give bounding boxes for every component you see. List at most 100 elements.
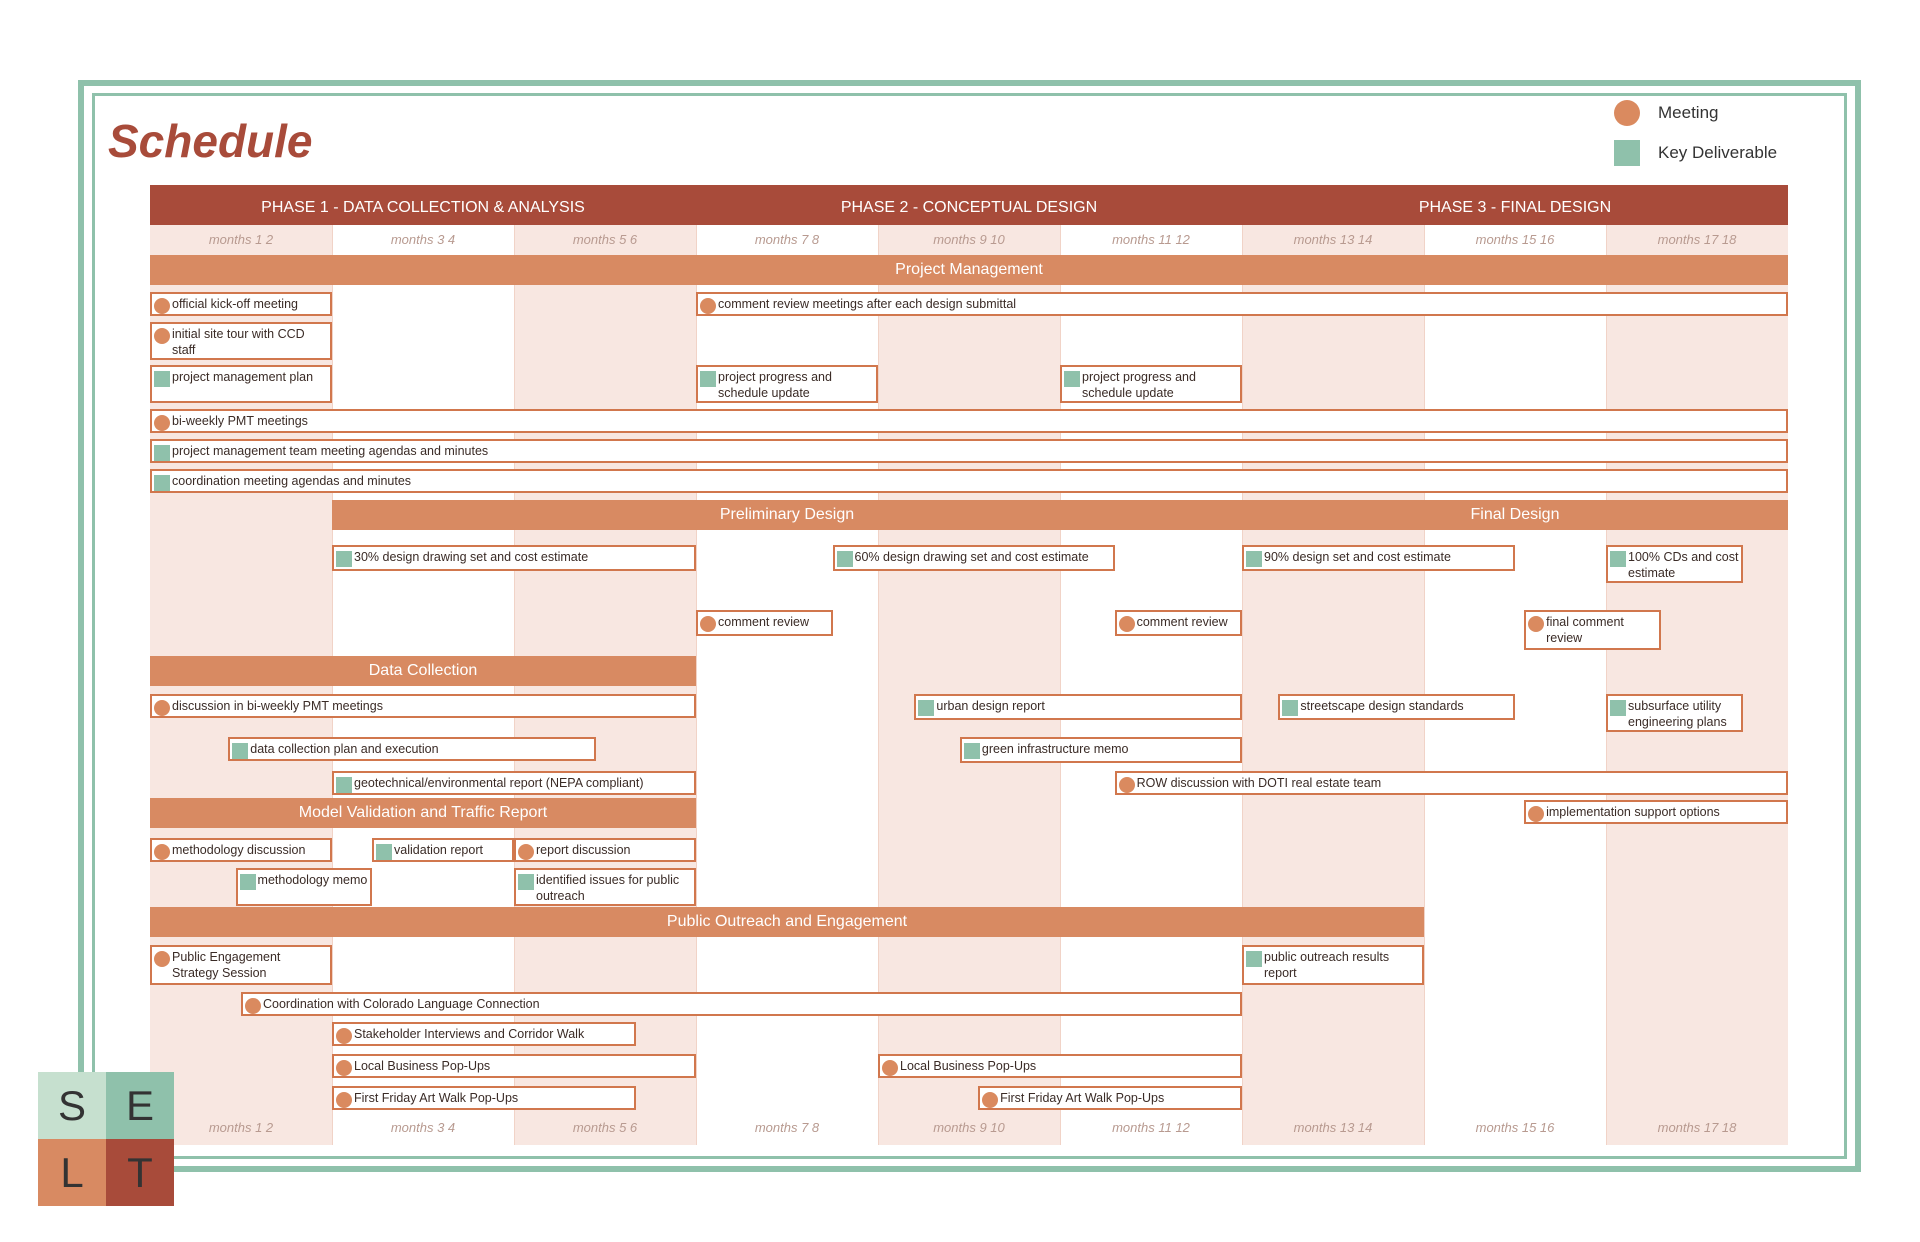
deliverable-square-icon: [1614, 140, 1640, 166]
meeting-item: Local Business Pop-Ups: [878, 1054, 1242, 1078]
item-label: First Friday Art Walk Pop-Ups: [354, 1091, 519, 1105]
item-label: Public Engagement Strategy Session: [172, 950, 281, 980]
item-label: coordination meeting agendas and minutes: [172, 474, 412, 488]
deliverable-square-icon: [1610, 551, 1626, 567]
item-label: methodology discussion: [172, 843, 306, 857]
deliverable-item: public outreach results report: [1242, 945, 1424, 985]
deliverable-square-icon: [518, 874, 534, 890]
meeting-circle-icon: [154, 328, 170, 344]
deliverable-item: project management team meeting agendas …: [150, 439, 1788, 463]
item-label: comment review: [718, 615, 809, 629]
selt-logo: S E L T: [38, 1072, 174, 1206]
meeting-item: Coordination with Colorado Language Conn…: [241, 992, 1242, 1016]
meeting-circle-icon: [154, 844, 170, 860]
item-label: methodology memo: [257, 873, 368, 887]
deliverable-item: subsurface utility engineering plans: [1606, 694, 1743, 732]
section-label: Preliminary Design: [719, 506, 855, 523]
meeting-item: bi-weekly PMT meetings: [150, 409, 1788, 433]
deliverable-square-icon: [1246, 551, 1262, 567]
meeting-circle-icon: [154, 415, 170, 431]
item-label: validation report: [394, 843, 483, 857]
item-label: project progress and schedule update: [1082, 370, 1196, 400]
item-label: public outreach results report: [1264, 950, 1390, 980]
deliverable-item: 30% design drawing set and cost estimate: [332, 545, 696, 571]
meeting-circle-icon: [1118, 777, 1135, 793]
item-label: 100% CDs and cost estimate: [1628, 550, 1739, 580]
deliverable-item: green infrastructure memo: [959, 737, 1242, 763]
deliverable-square-icon: [336, 777, 352, 793]
meeting-item: discussion in bi-weekly PMT meetings: [150, 694, 696, 718]
deliverable-item: project management plan: [150, 365, 332, 403]
item-label: urban design report: [936, 699, 1045, 713]
meeting-item: First Friday Art Walk Pop-Ups: [978, 1086, 1242, 1110]
item-label: initial site tour with CCD staff: [172, 327, 305, 357]
item-label: green infrastructure memo: [981, 742, 1129, 756]
meeting-circle-icon: [700, 298, 716, 314]
deliverable-item: project progress and schedule update: [1060, 365, 1242, 403]
deliverable-square-icon: [1282, 700, 1299, 716]
item-label: First Friday Art Walk Pop-Ups: [1000, 1091, 1165, 1105]
phase-label: PHASE 3 - FINAL DESIGN: [1418, 199, 1612, 216]
item-label: Coordination with Colorado Language Conn…: [263, 997, 540, 1011]
meeting-item: comment review: [1114, 610, 1242, 636]
meeting-item: final comment review: [1524, 610, 1661, 650]
meeting-item: report discussion: [514, 838, 696, 862]
item-label: official kick-off meeting: [172, 297, 298, 311]
meeting-item: Local Business Pop-Ups: [332, 1054, 696, 1078]
deliverable-square-icon: [154, 445, 170, 461]
deliverable-item: 100% CDs and cost estimate: [1606, 545, 1743, 583]
month-label-bottom: months 3 4: [390, 1120, 456, 1135]
item-label: bi-weekly PMT meetings: [172, 414, 308, 428]
item-label: identified issues for public outreach: [536, 873, 680, 903]
section-label: Project Management: [895, 261, 1043, 278]
month-label-bottom: months 7 8: [754, 1120, 820, 1135]
item-label: streetscape design standards: [1300, 699, 1464, 713]
phase-label: PHASE 1 - DATA COLLECTION & ANALYSIS: [261, 199, 585, 216]
month-label-bottom: months 13 14: [1293, 1120, 1373, 1135]
month-label-top: months 15 16: [1475, 232, 1555, 247]
meeting-circle-icon: [154, 951, 170, 967]
deliverable-item: geotechnical/environmental report (NEPA …: [332, 771, 696, 795]
meeting-item: Stakeholder Interviews and Corridor Walk: [332, 1022, 636, 1046]
deliverable-item: validation report: [372, 838, 514, 862]
item-label: implementation support options: [1546, 805, 1720, 819]
meeting-circle-icon: [982, 1092, 999, 1108]
deliverable-square-icon: [700, 371, 716, 387]
meeting-item: ROW discussion with DOTI real estate tea…: [1114, 771, 1788, 795]
column-shade: [1606, 185, 1788, 1145]
meeting-circle-icon: [700, 616, 716, 632]
item-label: Stakeholder Interviews and Corridor Walk: [354, 1027, 585, 1041]
month-label-top: months 9 10: [933, 232, 1005, 247]
logo-tile-t: T: [106, 1139, 174, 1206]
deliverable-item: coordination meeting agendas and minutes: [150, 469, 1788, 493]
deliverable-square-icon: [154, 371, 170, 387]
column-divider: [1242, 185, 1243, 1145]
item-label: final comment review: [1546, 615, 1624, 645]
month-label-bottom: months 17 18: [1657, 1120, 1737, 1135]
deliverable-square-icon: [1246, 951, 1262, 967]
page-title: Schedule: [108, 115, 313, 167]
deliverable-square-icon: [1064, 371, 1080, 387]
item-label: Local Business Pop-Ups: [354, 1059, 491, 1073]
month-label-bottom: months 1 2: [208, 1120, 274, 1135]
meeting-item: First Friday Art Walk Pop-Ups: [332, 1086, 636, 1110]
deliverable-square-icon: [232, 743, 249, 759]
column-shade: [1242, 185, 1424, 1145]
meeting-circle-icon: [882, 1060, 898, 1076]
item-label: project management team meeting agendas …: [172, 444, 489, 458]
deliverable-item: methodology memo: [235, 868, 373, 906]
column-divider: [1424, 185, 1425, 1145]
meeting-circle-icon: [336, 1060, 352, 1076]
item-label: project progress and schedule update: [718, 370, 832, 400]
item-label: discussion in bi-weekly PMT meetings: [172, 699, 383, 713]
legend-meeting-label: Meeting: [1658, 103, 1719, 122]
deliverable-item: project progress and schedule update: [696, 365, 878, 403]
item-label: data collection plan and execution: [250, 742, 439, 756]
legend-meeting: Meeting: [1614, 100, 1718, 126]
deliverable-square-icon: [1610, 700, 1626, 716]
deliverable-square-icon: [336, 551, 352, 567]
phase-label: PHASE 2 - CONCEPTUAL DESIGN: [840, 199, 1098, 216]
deliverable-item: 90% design set and cost estimate: [1242, 545, 1515, 571]
meeting-item: Public Engagement Strategy Session: [150, 945, 332, 985]
deliverable-item: streetscape design standards: [1278, 694, 1515, 720]
